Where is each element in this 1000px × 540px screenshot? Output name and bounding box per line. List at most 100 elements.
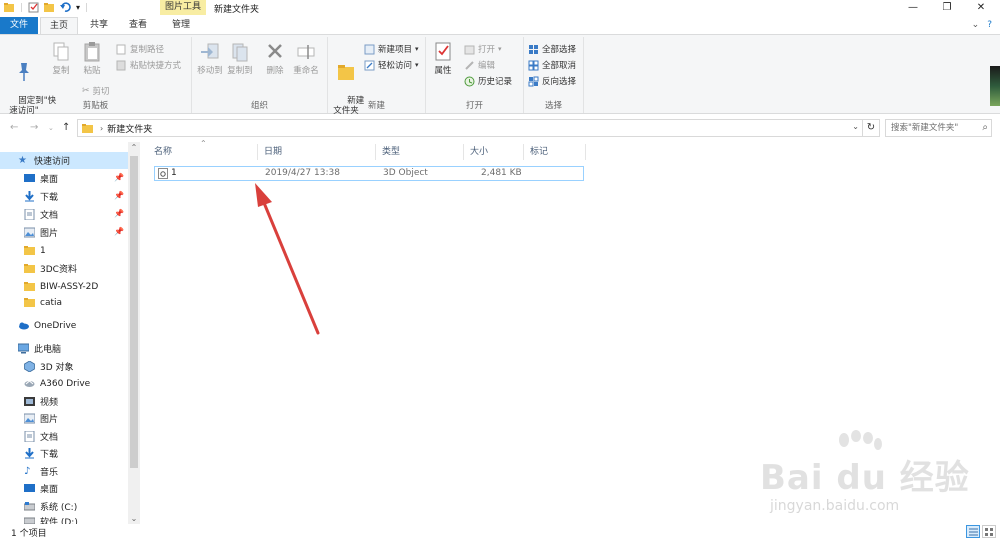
new-folder-icon[interactable] <box>44 2 55 13</box>
edit-button[interactable]: 编辑 <box>464 59 495 71</box>
nav-this-pc[interactable]: 此电脑 <box>0 340 128 357</box>
customize-qat-dropdown-icon[interactable]: ▾ <box>76 3 80 12</box>
nav-item-documents[interactable]: 文档 <box>0 428 128 445</box>
recent-locations-icon[interactable]: ⌄ <box>48 124 54 132</box>
copy-to-button[interactable]: 复制到 <box>225 41 255 76</box>
details-view-icon[interactable] <box>966 525 980 538</box>
refresh-icon[interactable]: ↻ <box>863 119 880 137</box>
select-all-button[interactable]: 全部选择 <box>528 43 576 55</box>
tab-view[interactable]: 查看 <box>120 17 156 34</box>
nav-onedrive[interactable]: OneDrive <box>0 317 128 334</box>
item-count: 1 个项目 <box>11 529 47 539</box>
easy-access-button[interactable]: 轻松访问 ▾ <box>364 59 419 71</box>
delete-button[interactable]: 删除 <box>262 41 288 76</box>
pin-icon[interactable]: 📌 <box>114 209 124 218</box>
file-row[interactable]: 1 2019/4/27 13:38 3D Object 2,481 KB <box>154 166 584 181</box>
properties-icon[interactable] <box>28 2 39 13</box>
cut-button[interactable]: ✂ 剪切 <box>82 85 110 97</box>
move-to-button[interactable]: 移动到 <box>195 41 225 76</box>
nav-item-label: 文档 <box>40 211 59 221</box>
nav-item-downloads[interactable]: 下载 📌 <box>0 188 128 205</box>
new-item-button[interactable]: 新建项目 ▾ <box>364 43 419 55</box>
nav-item-3d-objects[interactable]: 3D 对象 <box>0 358 128 375</box>
large-icons-view-icon[interactable] <box>982 525 996 538</box>
maximize-button[interactable]: ❐ <box>940 1 954 14</box>
cube-icon <box>24 361 35 372</box>
nav-item-label: 视频 <box>40 398 59 408</box>
pin-quick-access-button[interactable]: 固定到"快 速访问" <box>2 41 56 126</box>
column-tags[interactable]: 标记 <box>524 144 586 160</box>
tab-file[interactable]: 文件 <box>0 17 38 34</box>
tab-manage[interactable]: 管理 <box>160 17 202 34</box>
rename-button[interactable]: 重命名 <box>290 41 322 76</box>
nav-item-downloads[interactable]: 下载 <box>0 445 128 462</box>
search-placeholder: 搜索"新建文件夹" <box>891 123 959 133</box>
move-to-label: 移动到 <box>197 66 223 76</box>
scrollbar-thumb[interactable] <box>130 156 138 468</box>
nav-item-pictures[interactable]: 图片 📌 <box>0 224 128 241</box>
nav-item-folder[interactable]: 3DC资料 <box>0 260 128 277</box>
scroll-up-icon[interactable]: ⌃ <box>128 143 140 152</box>
nav-item-music[interactable]: ♪ 音乐 <box>0 463 128 480</box>
copy-path-button[interactable]: 复制路径 <box>116 43 164 55</box>
picture-tools-context-tab[interactable]: 图片工具 <box>160 0 206 15</box>
nav-item-desktop[interactable]: 桌面 <box>0 480 128 497</box>
undo-icon[interactable] <box>60 2 71 13</box>
tab-home[interactable]: 主页 <box>40 17 78 34</box>
nav-item-documents[interactable]: 文档 📌 <box>0 206 128 223</box>
new-folder-icon <box>338 65 354 80</box>
folder-icon <box>82 123 93 133</box>
file-type: 3D Object <box>383 168 428 178</box>
nav-item-pictures[interactable]: 图片 <box>0 410 128 427</box>
new-folder-button[interactable]: 新建 文件夹 <box>331 41 364 126</box>
nav-item-folder[interactable]: catia <box>0 294 128 311</box>
search-input[interactable]: 搜索"新建文件夹" ⌕ <box>885 119 992 137</box>
pin-icon[interactable]: 📌 <box>114 191 124 200</box>
nav-item-software-drive[interactable]: 软件 (D:) <box>0 515 128 524</box>
invert-selection-button[interactable]: 反向选择 <box>528 75 576 87</box>
tab-share[interactable]: 共享 <box>82 17 116 34</box>
dropdown-icon: ▾ <box>415 61 419 69</box>
open-button[interactable]: 打开 ▾ <box>464 43 502 55</box>
history-button[interactable]: 历史记录 <box>464 75 512 87</box>
nav-item-folder[interactable]: BIW-ASSY-2D <box>0 278 128 295</box>
breadcrumb-current[interactable]: 新建文件夹 <box>107 122 152 135</box>
forward-arrow-icon[interactable]: → <box>30 122 38 133</box>
address-bar[interactable]: › 新建文件夹 ⌄ <box>77 119 863 137</box>
nav-item-a360-drive[interactable]: A360 Drive <box>0 375 128 392</box>
collapse-ribbon-icon[interactable]: ⌄ <box>972 20 980 30</box>
close-button[interactable]: ✕ <box>974 1 988 14</box>
pin-icon[interactable]: 📌 <box>114 227 124 236</box>
column-type[interactable]: 类型 <box>376 144 464 160</box>
pin-icon[interactable]: 📌 <box>114 173 124 182</box>
nav-item-folder[interactable]: 1 <box>0 242 128 259</box>
back-arrow-icon[interactable]: ← <box>10 122 18 133</box>
scroll-down-icon[interactable]: ⌄ <box>128 514 140 523</box>
select-none-button[interactable]: 全部取消 <box>528 59 576 71</box>
up-arrow-icon[interactable]: ↑ <box>62 122 70 133</box>
nav-item-desktop[interactable]: 桌面 📌 <box>0 170 128 187</box>
column-name[interactable]: 名称 <box>148 144 258 160</box>
document-icon <box>24 209 35 220</box>
separator: | <box>20 2 24 13</box>
separator: | <box>85 2 89 13</box>
nav-item-videos[interactable]: 视频 <box>0 393 128 410</box>
nav-scrollbar[interactable]: ⌃ ⌄ <box>128 142 140 524</box>
paste-shortcut-button[interactable]: 粘贴快捷方式 <box>116 59 181 71</box>
help-icon[interactable]: ? <box>987 20 992 30</box>
breadcrumb-chevron-icon[interactable]: › <box>100 124 103 133</box>
copy-to-label: 复制到 <box>227 66 253 76</box>
column-size[interactable]: 大小 <box>464 144 524 160</box>
column-date[interactable]: 日期 <box>258 144 376 160</box>
nav-item-system-drive[interactable]: 系统 (C:) <box>0 498 128 515</box>
address-dropdown-icon[interactable]: ⌄ <box>852 122 859 131</box>
nav-quick-access[interactable]: ★ 快速访问 <box>0 152 128 169</box>
minimize-button[interactable]: — <box>906 1 920 14</box>
file-name[interactable]: 1 <box>171 167 177 180</box>
pin-icon <box>19 63 29 81</box>
title-bar: | ▾ | 图片工具 新建文件夹 — ❐ ✕ <box>0 0 1000 17</box>
ribbon: 固定到"快 速访问" 复制 粘贴 复制路径 粘贴快捷方式 ✂ 剪切 剪贴板 移动… <box>0 34 1000 116</box>
paste-button[interactable]: 粘贴 <box>79 41 105 76</box>
copy-button[interactable]: 复制 <box>48 41 74 76</box>
properties-button[interactable]: 属性 <box>430 41 456 76</box>
